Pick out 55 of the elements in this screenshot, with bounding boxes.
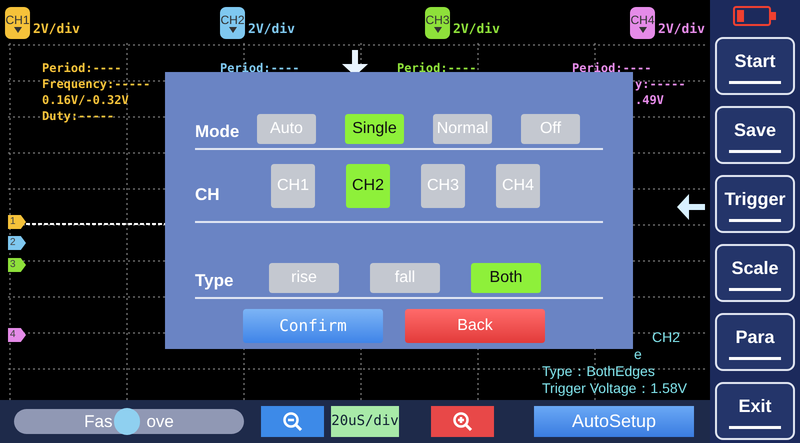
measurement-text: y:-----: [635, 76, 686, 92]
caret-icon: [638, 26, 647, 32]
channel-marker: 3: [8, 258, 26, 272]
option-button[interactable]: Both: [471, 263, 541, 293]
slider-label: Fas: [84, 410, 112, 433]
sidebar-button[interactable]: Para: [715, 313, 795, 371]
option-button[interactable]: Single: [345, 114, 404, 144]
sidebar-button[interactable]: Exit: [715, 382, 795, 440]
arrow-left-icon: [675, 194, 705, 220]
sidebar-button[interactable]: Scale: [715, 244, 795, 302]
measurement-text: Duty:-----: [42, 108, 116, 124]
channel-marker: 2: [8, 236, 26, 250]
measurement-text: Period:----: [42, 60, 122, 76]
measurement-text: Period:----: [220, 60, 300, 76]
channel-marker: 4: [8, 328, 26, 342]
channel-scale: 2V/div: [33, 20, 80, 38]
trigger-info-text: CH2: [652, 329, 682, 346]
measurement-text: 0.16V/-0.32V: [42, 92, 130, 108]
sidebar-button[interactable]: Start: [715, 37, 795, 95]
zoom-out-icon: [282, 412, 302, 432]
sidebar-button[interactable]: Save: [715, 106, 795, 164]
row-label: CH: [195, 184, 221, 206]
sidebar-button[interactable]: Trigger: [715, 175, 795, 233]
measurement-text: Frequency:-----: [42, 76, 150, 92]
measurement-text: Period:----: [397, 60, 476, 76]
option-button[interactable]: CH2: [346, 164, 390, 208]
confirm-button[interactable]: Confirm: [243, 309, 383, 343]
zoom-out-button[interactable]: [261, 406, 324, 437]
channel-scale: 2V/div: [453, 20, 500, 38]
caret-icon: [14, 26, 22, 32]
autosetup-button[interactable]: AutoSetup: [534, 406, 694, 437]
cancel-button[interactable]: Back: [405, 309, 545, 343]
timebase-display: 20uS/div: [331, 406, 399, 437]
measurement-text: .49V: [635, 92, 665, 108]
channel-marker: 1: [8, 215, 26, 229]
row-label: Mode: [195, 121, 240, 144]
channel-scale: 2V/div: [658, 20, 705, 38]
trigger-info-text: Type：BothEdges: [542, 363, 656, 380]
measurement-text: Period:----: [572, 60, 652, 76]
slider-thumb[interactable]: [114, 408, 140, 435]
channel-scale: 2V/div: [248, 20, 295, 38]
battery-icon: [733, 6, 777, 26]
trigger-info-text: Trigger Voltage：1.58V: [542, 380, 688, 397]
channel-badge[interactable]: CH3: [425, 7, 450, 39]
slider-label: ove: [146, 410, 174, 433]
trigger-info-text: e: [634, 346, 643, 363]
row-label: Type: [195, 270, 234, 292]
slider-track[interactable]: Fas ove: [14, 409, 244, 434]
zoom-in-button[interactable]: [431, 406, 494, 437]
channel-badge[interactable]: CH4: [630, 7, 656, 39]
zoom-in-icon: [452, 412, 472, 432]
caret-icon: [228, 26, 237, 32]
channel-badge[interactable]: CH1: [5, 7, 30, 39]
caret-icon: [434, 26, 442, 32]
channel-badge[interactable]: CH2: [220, 7, 246, 39]
